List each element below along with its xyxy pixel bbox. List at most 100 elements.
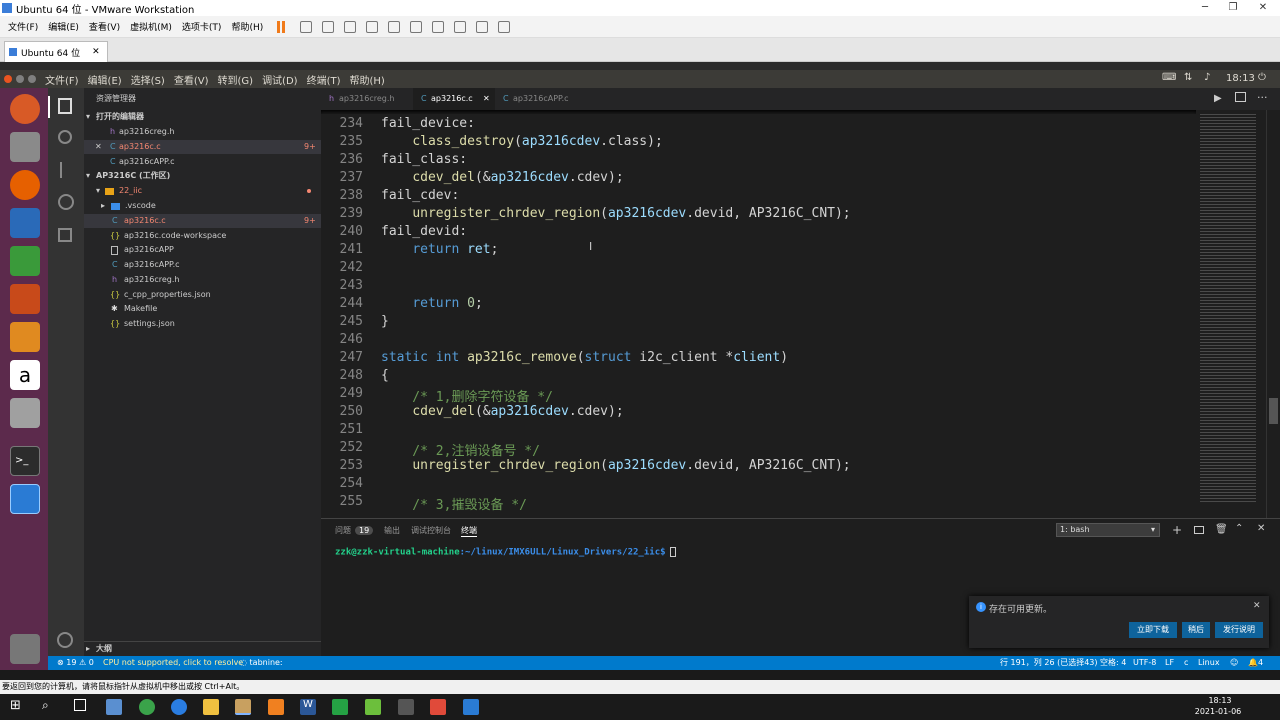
- tab-ap3216cAPP-c[interactable]: Cap3216cAPP.c: [495, 88, 585, 110]
- thumbnail-icon[interactable]: [410, 20, 423, 33]
- settings-icon[interactable]: [10, 398, 40, 428]
- clion-icon[interactable]: [332, 699, 348, 715]
- notepad-plus-icon[interactable]: [365, 699, 381, 715]
- file-item[interactable]: ap3216cAPP: [84, 243, 321, 257]
- code-menu-select[interactable]: 选择(S): [131, 72, 165, 87]
- open-editor-item[interactable]: h ap3216creg.h: [84, 125, 321, 139]
- more-actions-icon[interactable]: ···: [1257, 91, 1268, 104]
- file-item[interactable]: ▸ .vscode: [84, 199, 321, 213]
- code-menu-view[interactable]: 查看(V): [174, 72, 209, 87]
- taskbar-date[interactable]: 2021-01-06: [1192, 707, 1244, 716]
- notifications-status[interactable]: 🔔4: [1248, 656, 1263, 670]
- explorer-icon[interactable]: [58, 98, 72, 114]
- menu-file[interactable]: 文件(F): [8, 20, 38, 33]
- language-mode[interactable]: c: [1184, 656, 1188, 670]
- manage-gear-icon[interactable]: [57, 632, 73, 648]
- open-editors-section[interactable]: ▾ 打开的编辑器: [84, 110, 321, 124]
- code-menu-debug[interactable]: 调试(D): [262, 72, 298, 87]
- editor-scrollbar[interactable]: [1266, 110, 1280, 518]
- vscode-icon[interactable]: [10, 484, 40, 514]
- indentation[interactable]: 空格: 4: [1100, 656, 1126, 670]
- folder-item[interactable]: ▾ 22_iic: [84, 184, 321, 198]
- minimize-icon[interactable]: ─: [1190, 0, 1220, 16]
- impress-icon[interactable]: [10, 284, 40, 314]
- file-explorer-icon[interactable]: [203, 699, 219, 715]
- orange-app-icon[interactable]: [268, 699, 284, 715]
- software-center-icon[interactable]: [10, 322, 40, 352]
- red-app-icon[interactable]: [430, 699, 446, 715]
- file-item[interactable]: ✱ Makefile: [84, 302, 321, 316]
- menu-view[interactable]: 查看(V): [89, 20, 120, 33]
- windows-start-icon[interactable]: ⊞: [10, 698, 21, 713]
- close-panel-icon[interactable]: ✕: [1257, 523, 1265, 534]
- run-icon[interactable]: ▶: [1214, 93, 1222, 104]
- unity-icon[interactable]: [454, 20, 467, 33]
- console-view-icon[interactable]: [476, 20, 489, 33]
- writer-icon[interactable]: [10, 208, 40, 238]
- code-menu-file[interactable]: 文件(F): [45, 72, 79, 87]
- file-item[interactable]: {} c_cpp_properties.json: [84, 288, 321, 302]
- word-icon[interactable]: W: [300, 699, 316, 715]
- terminal-icon[interactable]: >_: [10, 446, 40, 476]
- fullscreen-icon[interactable]: [432, 20, 445, 33]
- minimap[interactable]: [1196, 110, 1266, 518]
- browser-icon[interactable]: [171, 699, 187, 715]
- volume-icon[interactable]: ♪: [1204, 72, 1210, 83]
- power-icon[interactable]: ⏻: [1258, 72, 1266, 83]
- split-terminal-icon[interactable]: [1194, 526, 1204, 534]
- amazon-icon[interactable]: a: [10, 360, 40, 390]
- trash-icon[interactable]: 🗑: [1215, 524, 1228, 535]
- trash-icon[interactable]: [10, 634, 40, 664]
- terminal-prompt[interactable]: zzk@zzk-virtual-machine:~/linux/IMX6ULL/…: [335, 547, 676, 558]
- pause-icon[interactable]: [277, 20, 281, 33]
- cursor-position[interactable]: 行 191，列 26 (已选择43): [1000, 656, 1098, 670]
- menu-help[interactable]: 帮助(H): [231, 20, 263, 33]
- vm-tab-ubuntu[interactable]: Ubuntu 64 位 ✕: [4, 41, 108, 62]
- file-item[interactable]: h ap3216creg.h: [84, 273, 321, 287]
- taskbar-time[interactable]: 18:13: [1200, 696, 1240, 705]
- maximize-panel-icon[interactable]: ⌃: [1235, 523, 1243, 534]
- code-menu-goto[interactable]: 转到(G): [218, 72, 254, 87]
- panel-tab-problems[interactable]: 问题 19: [335, 525, 374, 536]
- close-editor-icon[interactable]: ✕: [95, 140, 102, 154]
- encoding[interactable]: UTF-8: [1133, 656, 1156, 670]
- calc-icon[interactable]: [10, 246, 40, 276]
- stretch-icon[interactable]: [498, 20, 511, 33]
- menu-edit[interactable]: 编辑(E): [48, 20, 79, 33]
- camera-app-icon[interactable]: [106, 699, 122, 715]
- workspace-section[interactable]: ▾ AP3216C (工作区): [84, 169, 321, 183]
- file-item[interactable]: {} settings.json: [84, 317, 321, 331]
- vscode-taskbar-icon[interactable]: [463, 699, 479, 715]
- source-control-icon[interactable]: [60, 162, 70, 178]
- panel-tab-terminal[interactable]: 终端: [461, 525, 477, 537]
- snapshot-icon[interactable]: [322, 20, 335, 33]
- close-tab-icon[interactable]: ✕: [483, 88, 490, 110]
- file-item-selected[interactable]: Cap3216c.c 9+: [84, 214, 321, 228]
- clock[interactable]: 18:13: [1226, 73, 1255, 84]
- new-terminal-icon[interactable]: +: [1172, 523, 1182, 537]
- search-icon[interactable]: ⌕: [42, 698, 49, 713]
- send-keys-icon[interactable]: [300, 20, 313, 33]
- release-notes-button[interactable]: 发行说明: [1215, 622, 1263, 638]
- menu-vm[interactable]: 虚拟机(M): [130, 20, 172, 33]
- code-menu-edit[interactable]: 编辑(E): [88, 72, 122, 87]
- close-icon[interactable]: ✕: [1248, 0, 1278, 16]
- file-item[interactable]: Cap3216cAPP.c: [84, 258, 321, 272]
- window-close-icon[interactable]: [4, 75, 12, 83]
- later-button[interactable]: 稍后: [1182, 622, 1210, 638]
- extensions-icon[interactable]: [58, 228, 72, 242]
- open-editor-item-active[interactable]: ✕ Cap3216c.c 9+: [84, 140, 321, 154]
- tab-ap3216creg-h[interactable]: h ap3216creg.h: [321, 88, 413, 110]
- menu-tabs[interactable]: 选项卡(T): [182, 20, 222, 33]
- code-editor[interactable]: 234 fail_device: 235 class_destroy(ap3216c…: [321, 110, 1196, 518]
- revert-snapshot-icon[interactable]: [344, 20, 357, 33]
- close-notification-icon[interactable]: ✕: [1253, 601, 1261, 611]
- network-icon[interactable]: ⇅: [1184, 72, 1192, 83]
- scrollbar-thumb[interactable]: [1269, 398, 1278, 424]
- code-menu-terminal[interactable]: 终端(T): [307, 72, 341, 87]
- terminal-select[interactable]: 1: bash ▾: [1056, 523, 1160, 537]
- vmware-taskbar-icon[interactable]: [235, 699, 251, 715]
- maximize-icon[interactable]: ❐: [1218, 0, 1248, 16]
- green-app-icon[interactable]: [139, 699, 155, 715]
- search-icon[interactable]: [58, 130, 72, 144]
